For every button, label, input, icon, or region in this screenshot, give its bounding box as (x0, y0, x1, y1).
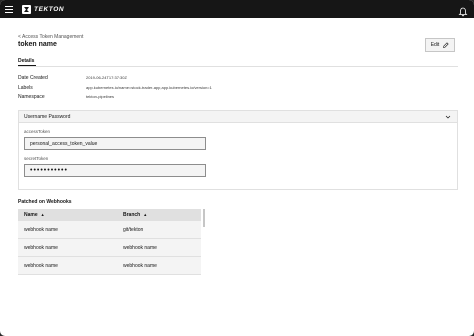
access-token-input[interactable]: personal_access_token_value (24, 137, 206, 150)
column-branch-label: Branch (123, 212, 141, 218)
secret-token-label: secretToken (24, 156, 49, 161)
accordion-header[interactable]: Username Password (19, 111, 457, 123)
column-name-label: Name (24, 212, 38, 218)
column-header-branch[interactable]: Branch ▲ (117, 212, 201, 218)
table-row[interactable]: webhook name git/tekton (18, 221, 201, 239)
page-header: < Access Token Management token name (18, 34, 458, 48)
sort-arrow-icon[interactable]: ▲ (41, 212, 45, 217)
cell-branch: git/tekton (123, 226, 144, 233)
breadcrumb-link[interactable]: < Access Token Management (18, 34, 458, 40)
secret-token-input[interactable]: ••••••••••• (24, 164, 206, 177)
credentials-accordion: Username Password accessToken personal_a… (18, 110, 458, 190)
top-header: TEKTON (0, 0, 474, 18)
tab-details[interactable]: Details (18, 58, 34, 64)
cell-branch: webhook name (123, 244, 157, 251)
pencil-icon (443, 42, 449, 48)
tab-divider (18, 66, 458, 67)
edit-button-label: Edit (430, 42, 440, 48)
table-row[interactable]: webhook name webhook name (18, 257, 201, 275)
cell-name: webhook name (24, 226, 58, 233)
secret-token-value: ••••••••••• (30, 167, 68, 174)
notifications-bell-icon[interactable] (458, 4, 468, 17)
cell-name: webhook name (24, 262, 58, 269)
table-header-row: Name ▲ Branch ▲ (18, 209, 201, 221)
app-window: TEKTON < Access Token Management token n… (0, 0, 474, 336)
namespace-value: tekton-pipelines (86, 94, 115, 99)
sort-arrow-icon[interactable]: ▲ (143, 212, 147, 217)
edit-button[interactable]: Edit (425, 38, 455, 52)
access-token-label: accessToken (24, 129, 51, 134)
tekton-logo-icon (22, 4, 31, 14)
page-title: token name (18, 41, 57, 48)
accordion-title: Username Password (24, 113, 71, 120)
access-token-value: personal_access_token_value (30, 140, 98, 147)
namespace-label: Namespace (18, 94, 45, 100)
tekton-logo[interactable]: TEKTON (22, 0, 64, 18)
date-created-label: Date Created (18, 75, 48, 81)
chevron-down-icon[interactable] (445, 114, 451, 120)
table-row[interactable]: webhook name webhook name (18, 239, 201, 257)
webhooks-table: Name ▲ Branch ▲ webhook name git/tekton we… (18, 209, 201, 275)
webhooks-table-title: Patched on Webhooks (18, 199, 72, 205)
labels-label: Labels (18, 85, 33, 91)
table-scrollbar[interactable] (203, 209, 205, 227)
date-created-value: 2019-06-24T17:37:30Z (86, 75, 127, 80)
labels-value: app.kubernetes.io/name=stock-trader-app,… (86, 85, 212, 90)
cell-name: webhook name (24, 244, 58, 251)
brand-name: TEKTON (34, 5, 65, 13)
hamburger-menu-icon[interactable] (0, 0, 18, 18)
column-header-name[interactable]: Name ▲ (18, 212, 117, 218)
cell-branch: webhook name (123, 262, 157, 269)
